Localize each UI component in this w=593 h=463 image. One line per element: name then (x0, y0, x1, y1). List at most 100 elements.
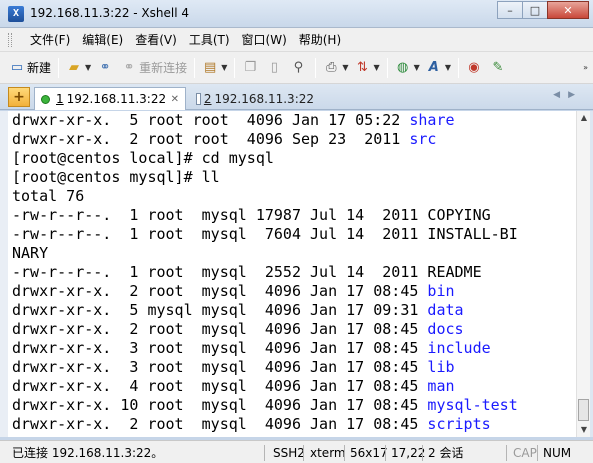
directory-name: bin (427, 282, 455, 300)
terminal-line-text: -rw-r--r--. 1 root mysql 7604 Jul 14 201… (12, 225, 518, 243)
new-session-label: 新建 (27, 61, 52, 75)
scroll-up-arrow-icon[interactable]: ▲ (577, 111, 591, 125)
directory-name: data (427, 301, 464, 319)
tab-label: 192.168.11.3:22 (66, 92, 167, 106)
xftp-button[interactable]: ◉ (463, 56, 487, 80)
terminal-line-text: total 76 (12, 187, 85, 205)
new-session-icon: ▭ (10, 59, 24, 75)
new-session-button[interactable]: ▭ 新建 (6, 56, 54, 80)
terminal-line-text: [root@centos mysql]# ll (12, 168, 220, 186)
terminal-output[interactable]: drwxr-xr-x. 5 root root 4096 Jan 17 05:2… (8, 111, 576, 437)
menu-edit[interactable]: 编辑(E) (76, 30, 129, 50)
terminal-line-text: -rw-r--r--. 1 root mysql 17987 Jul 14 20… (12, 206, 491, 224)
copy-icon: ❐ (244, 59, 257, 75)
terminal-line-text: drwxr-xr-x. 5 mysql mysql 4096 Jan 17 09… (12, 301, 428, 319)
menu-file[interactable]: 文件(F) (24, 30, 76, 50)
find-button[interactable]: ⚲ (287, 56, 311, 80)
compose-button[interactable]: ✎ (487, 56, 511, 80)
menu-tools[interactable]: 工具(T) (183, 30, 236, 50)
terminal-line: drwxr-xr-x. 2 root mysql 4096 Jan 17 08:… (8, 320, 576, 339)
toolbar-separator (58, 57, 60, 78)
directory-name: mysql-test (427, 396, 518, 414)
transfer-icon: ⇅ (357, 59, 368, 75)
scrollbar-thumb[interactable] (578, 399, 589, 421)
font-button[interactable]: A ▼ (423, 56, 454, 80)
status-bar: 已连接 192.168.11.3:22。 SSH2 xterm 56x17 17… (0, 440, 593, 463)
xshell-app-icon[interactable]: X (8, 6, 24, 22)
caps-lock-indicator: CAP (506, 445, 537, 461)
toolbar-separator (234, 57, 236, 78)
tab-close-icon[interactable]: ✕ (171, 94, 179, 105)
terminal-scrollbar[interactable]: ▲ ▼ (576, 111, 590, 437)
chevron-down-icon: ▼ (342, 63, 349, 72)
terminal-line: total 76 (8, 187, 576, 206)
tab-scroll-arrows[interactable]: ◀▶ (553, 90, 583, 100)
menu-view[interactable]: 查看(V) (129, 30, 183, 50)
window-title: 192.168.11.3:22 - Xshell 4 (30, 6, 190, 20)
directory-name: include (427, 339, 491, 357)
terminal-line: drwxr-xr-x. 5 root root 4096 Jan 17 05:2… (8, 111, 576, 130)
minimize-button[interactable]: – (497, 1, 523, 19)
printer-icon: ⎙ (326, 59, 337, 75)
title-bar: X 192.168.11.3:22 - Xshell 4 – □ ✕ (0, 0, 593, 28)
terminal-line: drwxr-xr-x. 2 root root 4096 Sep 23 2011… (8, 130, 576, 149)
session-doc-icon (196, 92, 201, 105)
copy-button[interactable]: ❐ (239, 56, 263, 80)
toolbar: ▭ 新建 ▰ ▼ ⚭ ⚭ 重新连接 ▤ ▼ ❐ ▯ ⚲ ⎙ ▼ ⇅ ▼ ◍ ▼ … (0, 52, 593, 84)
num-lock-indicator: NUM (537, 445, 571, 461)
menu-help[interactable]: 帮助(H) (293, 30, 347, 50)
scroll-down-arrow-icon[interactable]: ▼ (577, 423, 591, 437)
terminal-line-text: drwxr-xr-x. 3 root mysql 4096 Jan 17 08:… (12, 358, 428, 376)
toolbar-overflow-button[interactable]: » (579, 56, 591, 80)
terminal-line: -rw-r--r--. 1 root mysql 7604 Jul 14 201… (8, 225, 576, 244)
terminal-line: -rw-r--r--. 1 root mysql 2552 Jul 14 201… (8, 263, 576, 282)
open-folder-button[interactable]: ▰ ▼ (63, 56, 94, 80)
terminal-line: drwxr-xr-x. 3 root mysql 4096 Jan 17 08:… (8, 358, 576, 377)
connected-status-icon (41, 94, 50, 104)
menu-grip-handle[interactable] (8, 33, 12, 47)
directory-name: man (427, 377, 455, 395)
print-button[interactable]: ⎙ ▼ (320, 56, 351, 80)
encoding-button[interactable]: ◍ ▼ (392, 56, 423, 80)
menu-bar: 文件(F) 编辑(E) 查看(V) 工具(T) 窗口(W) 帮助(H) (0, 28, 593, 52)
terminal-line-text: drwxr-xr-x. 3 root mysql 4096 Jan 17 08:… (12, 339, 428, 357)
globe-icon: ◍ (396, 59, 409, 75)
terminal-line: drwxr-xr-x. 3 root mysql 4096 Jan 17 08:… (8, 339, 576, 358)
toolbar-separator (457, 57, 459, 78)
close-button[interactable]: ✕ (547, 1, 589, 19)
terminal-line: drwxr-xr-x. 2 root mysql 4096 Jan 17 08:… (8, 282, 576, 301)
connect-button[interactable]: ⚭ (94, 56, 118, 80)
terminal-line: drwxr-xr-x. 10 root mysql 4096 Jan 17 08… (8, 396, 576, 415)
terminal-line: -rw-r--r--. 1 root mysql 17987 Jul 14 20… (8, 206, 576, 225)
toolbar-separator (315, 57, 317, 78)
chevron-down-icon: ▼ (85, 63, 92, 72)
reconnect-button[interactable]: ⚭ 重新连接 (118, 56, 190, 80)
session-count-status: 2 会话 (422, 445, 463, 461)
directory-name: lib (427, 358, 455, 376)
terminal-line: drwxr-xr-x. 5 mysql mysql 4096 Jan 17 09… (8, 301, 576, 320)
directory-name: docs (427, 320, 464, 338)
transfer-button[interactable]: ⇅ ▼ (352, 56, 383, 80)
tab-session-2[interactable]: 2 192.168.11.3:22 (190, 87, 320, 110)
terminal-line: NARY (8, 244, 576, 263)
terminal-line-text: drwxr-xr-x. 2 root mysql 4096 Jan 17 08:… (12, 320, 428, 338)
tab-label: 192.168.11.3:22 (214, 91, 314, 106)
menu-window[interactable]: 窗口(W) (236, 30, 293, 50)
compose-icon: ✎ (492, 59, 504, 75)
paste-button[interactable]: ▯ (263, 56, 287, 80)
session-tab-bar: + 1 192.168.11.3:22 ✕ 2 192.168.11.3:22 … (0, 84, 593, 110)
cursor-position-status: 17,22 (385, 445, 425, 461)
add-tab-button[interactable]: + (8, 87, 30, 107)
reconnect-label: 重新连接 (139, 61, 188, 75)
terminal-line-text: drwxr-xr-x. 10 root mysql 4096 Jan 17 08… (12, 396, 428, 414)
reconnect-icon: ⚭ (123, 59, 135, 75)
link-icon: ⚭ (99, 59, 111, 75)
properties-button[interactable]: ▤ ▼ (199, 56, 230, 80)
terminal-line-text: drwxr-xr-x. 5 root root 4096 Jan 17 05:2… (12, 111, 410, 129)
paste-icon: ▯ (270, 59, 278, 75)
maximize-button[interactable]: □ (522, 1, 548, 19)
toolbar-separator (194, 57, 196, 78)
tab-session-1[interactable]: 1 192.168.11.3:22 ✕ (34, 87, 186, 110)
protocol-status: SSH2 (264, 445, 305, 461)
chevron-down-icon: ▼ (373, 63, 380, 72)
